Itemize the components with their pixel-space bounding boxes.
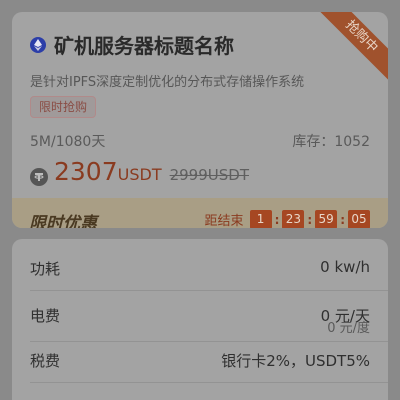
product-title: 矿机服务器标题名称	[54, 34, 234, 58]
tax-label: 税费	[30, 352, 61, 370]
product-card: 抢购中 矿机服务器标题名称 是针对IPFS深度定制优化的分布式存储操作系统 限时…	[12, 12, 388, 228]
countdown-minutes: 23	[282, 210, 305, 228]
countdown-hours: 1	[249, 210, 272, 228]
divider	[30, 341, 388, 342]
tether-icon	[30, 168, 48, 186]
countdown-label: 距结束	[204, 214, 244, 228]
details-panel: 功耗 0 kw/h 电费 0 元/天 0 元/度 税费 银行卡2%，USDT5%	[12, 239, 388, 400]
status-ribbon: 抢购中	[307, 12, 388, 91]
promo-title: 限时优惠	[29, 214, 97, 228]
power-value: 0 kw/h	[320, 258, 370, 276]
electricity-label: 电费	[30, 307, 61, 325]
product-subtitle: 是针对IPFS深度定制优化的分布式存储操作系统	[30, 75, 305, 90]
flash-sale-tag: 限时抢购	[30, 96, 97, 118]
stock-count: 库存：1052	[292, 134, 370, 150]
title-row: 矿机服务器标题名称	[30, 30, 234, 59]
countdown-separator: :	[340, 212, 345, 227]
current-price: 2307	[54, 157, 118, 186]
countdown-separator: :	[274, 212, 280, 227]
original-price: 2999USDT	[169, 166, 249, 184]
countdown-seconds: 59	[315, 210, 338, 228]
promo-bar: 限时优惠 距结束 1 : 23 : 59 : 05	[12, 198, 388, 228]
countdown-millis: 05	[348, 210, 370, 228]
electricity-rate: 0 元/度	[327, 321, 370, 336]
product-spec: 5M/1080天	[30, 134, 106, 150]
divider	[30, 382, 388, 383]
tax-value: 银行卡2%，USDT5%	[221, 352, 370, 370]
countdown-separator: :	[307, 212, 313, 227]
ethereum-icon	[30, 36, 46, 53]
price-unit: USDT	[117, 165, 162, 184]
power-label: 功耗	[30, 260, 61, 278]
divider	[30, 290, 388, 291]
countdown: 距结束 1 : 23 : 59 : 05	[205, 210, 370, 228]
price-row: 2307 USDT 2999USDT	[30, 157, 249, 186]
